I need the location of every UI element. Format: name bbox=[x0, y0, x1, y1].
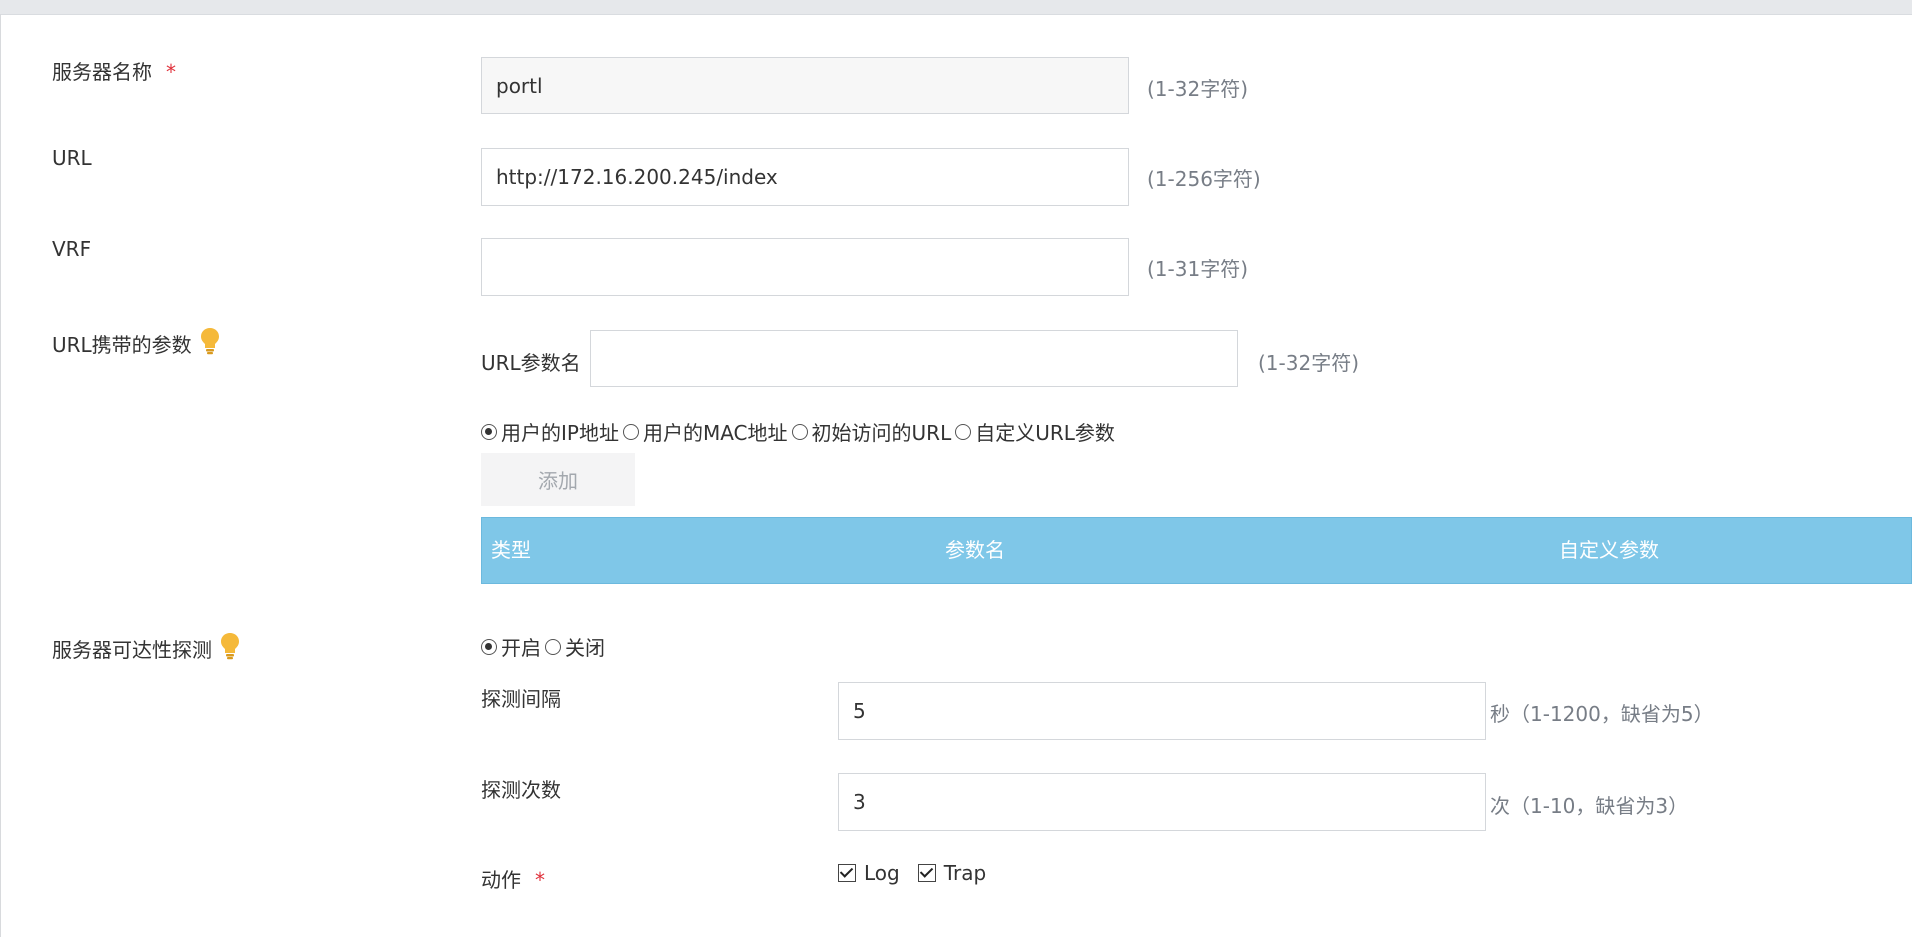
vrf-label: VRF bbox=[52, 237, 92, 261]
radio-disable-label: 关闭 bbox=[565, 636, 605, 660]
url-hint: (1-256字符) bbox=[1147, 167, 1261, 191]
table-header-type[interactable]: 类型 bbox=[491, 518, 531, 583]
radio-user-mac-label: 用户的MAC地址 bbox=[642, 421, 788, 445]
add-button[interactable]: 添加 bbox=[481, 453, 635, 506]
url-param-name-input[interactable] bbox=[590, 330, 1238, 387]
url-params-table-header: 类型 参数名 自定义参数 bbox=[481, 517, 1912, 584]
radio-enable[interactable]: 开启 bbox=[481, 632, 541, 661]
radio-unchecked-icon[interactable] bbox=[955, 423, 972, 440]
radio-checked-icon[interactable] bbox=[481, 423, 497, 440]
probe-count-input[interactable] bbox=[838, 773, 1486, 831]
table-header-custom-param[interactable]: 自定义参数 bbox=[1559, 518, 1659, 583]
probe-interval-input[interactable] bbox=[838, 682, 1486, 740]
url-params-label-text: URL携带的参数 bbox=[52, 333, 192, 357]
required-mark: * bbox=[535, 868, 545, 892]
radio-unchecked-icon[interactable] bbox=[791, 423, 808, 440]
probe-count-label: 探测次数 bbox=[481, 778, 561, 802]
action-label: 动作 * bbox=[481, 864, 545, 893]
url-param-type-radio-group: 用户的IP地址 用户的MAC地址 初始访问的URL 自定义URL参数 bbox=[481, 417, 1119, 446]
action-checkbox-group: Log Trap bbox=[838, 861, 990, 885]
vrf-input[interactable] bbox=[481, 238, 1129, 296]
radio-user-ip-label: 用户的IP地址 bbox=[501, 421, 619, 445]
lightbulb-icon[interactable] bbox=[220, 632, 240, 665]
vrf-hint: (1-31字符) bbox=[1147, 257, 1248, 281]
checkbox-checked-icon[interactable] bbox=[917, 864, 936, 882]
radio-user-ip[interactable]: 用户的IP地址 bbox=[481, 417, 619, 446]
checkbox-log[interactable]: Log bbox=[838, 861, 900, 885]
radio-enable-label: 开启 bbox=[501, 636, 541, 660]
radio-unchecked-icon[interactable] bbox=[622, 423, 639, 440]
url-input[interactable] bbox=[481, 148, 1129, 206]
server-name-input[interactable] bbox=[481, 57, 1129, 114]
radio-checked-icon[interactable] bbox=[481, 638, 497, 655]
checkbox-trap-label: Trap bbox=[943, 861, 987, 885]
left-border bbox=[0, 14, 1, 937]
probe-count-hint: 次（1-10，缺省为3） bbox=[1490, 794, 1689, 818]
table-header-param-name[interactable]: 参数名 bbox=[945, 518, 1005, 583]
url-label: URL bbox=[52, 146, 92, 170]
radio-user-mac[interactable]: 用户的MAC地址 bbox=[622, 417, 788, 446]
required-mark: * bbox=[166, 60, 176, 84]
checkbox-log-label: Log bbox=[864, 861, 900, 885]
probe-interval-hint: 秒（1-1200，缺省为5） bbox=[1490, 702, 1714, 726]
server-name-label-text: 服务器名称 bbox=[52, 60, 152, 84]
radio-custom-url-param-label: 自定义URL参数 bbox=[975, 421, 1115, 445]
url-param-name-label: URL参数名 bbox=[481, 351, 581, 375]
reachability-label-text: 服务器可达性探测 bbox=[52, 638, 212, 662]
lightbulb-icon[interactable] bbox=[200, 327, 220, 360]
radio-initial-url[interactable]: 初始访问的URL bbox=[791, 417, 952, 446]
reachability-radio-group: 开启 关闭 bbox=[481, 632, 609, 661]
checkbox-trap[interactable]: Trap bbox=[917, 861, 987, 885]
reachability-label: 服务器可达性探测 bbox=[52, 632, 240, 665]
radio-custom-url-param[interactable]: 自定义URL参数 bbox=[955, 417, 1115, 446]
top-bar bbox=[0, 0, 1912, 15]
url-param-name-hint: (1-32字符) bbox=[1258, 351, 1359, 375]
checkbox-checked-icon[interactable] bbox=[838, 864, 856, 882]
radio-disable[interactable]: 关闭 bbox=[545, 632, 605, 661]
server-name-label: 服务器名称 * bbox=[52, 56, 176, 85]
radio-initial-url-label: 初始访问的URL bbox=[811, 421, 952, 445]
radio-unchecked-icon[interactable] bbox=[545, 638, 561, 655]
action-label-text: 动作 bbox=[481, 868, 521, 892]
url-params-label: URL携带的参数 bbox=[52, 327, 220, 360]
server-name-hint: (1-32字符) bbox=[1147, 77, 1248, 101]
probe-interval-label: 探测间隔 bbox=[481, 687, 561, 711]
